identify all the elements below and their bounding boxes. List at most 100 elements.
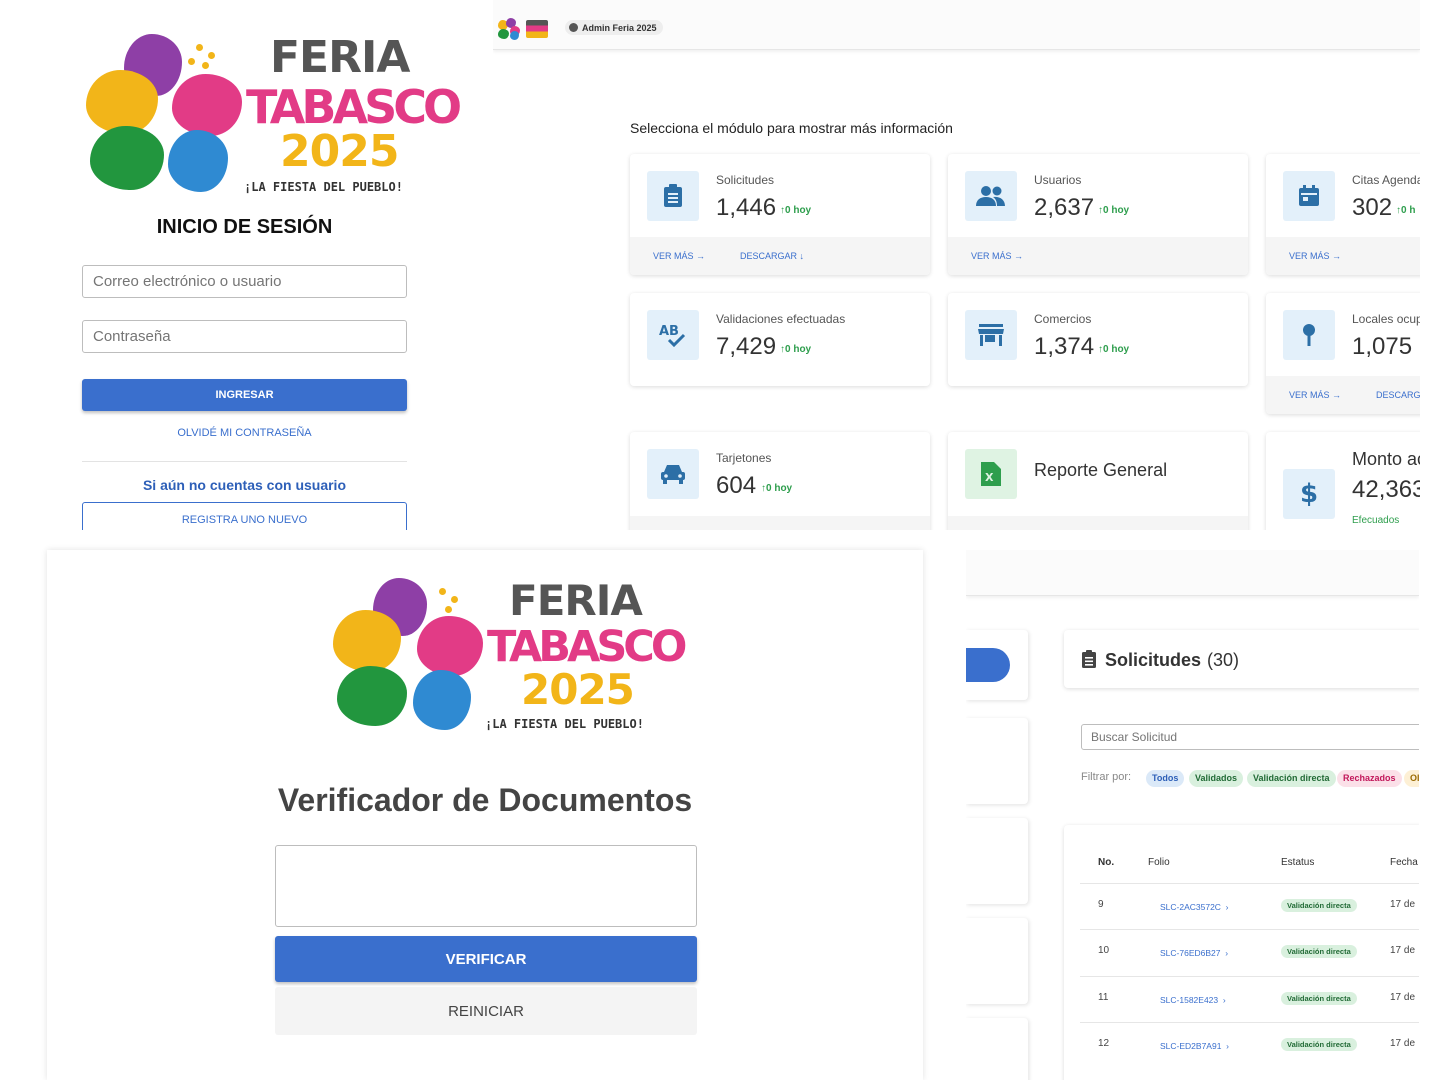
document-code-input[interactable] xyxy=(275,845,697,927)
ver-mas-link[interactable]: VER MÁS → xyxy=(971,251,1023,261)
store-icon xyxy=(965,310,1017,360)
card-value: 2,637 xyxy=(1034,194,1095,221)
row-no: 10 xyxy=(1098,945,1110,956)
dollar-icon: $ xyxy=(1283,469,1335,519)
sidebar-card[interactable] xyxy=(966,1018,1028,1080)
card-reporte-general[interactable]: X Reporte General xyxy=(948,432,1248,530)
logo-tagline: ¡LA FIESTA DEL PUEBLO! xyxy=(485,717,644,731)
card-value: 604 xyxy=(716,472,757,499)
folio-link[interactable]: SLC-2AC3572C › xyxy=(1160,902,1229,912)
solicitudes-header-card: Solicitudes (30) xyxy=(1064,630,1419,688)
status-badge: Validación directa xyxy=(1281,899,1357,912)
card-delta: ↑0 hoy xyxy=(1098,205,1130,216)
verificador-title: Verificador de Documentos xyxy=(277,782,693,818)
status-badge: Validación directa xyxy=(1281,1038,1357,1051)
card-label: Validaciones efectuadas xyxy=(716,312,846,326)
logo-blob-green xyxy=(90,126,164,190)
logo-blob-pink xyxy=(417,616,483,676)
ver-mas-link[interactable]: VER MÁS → xyxy=(1289,390,1341,400)
card-label: Monto ac xyxy=(1352,449,1420,469)
reset-button[interactable]: REINICIAR xyxy=(275,987,697,1035)
feria-tabasco-logo: FERIA TABASCO 2025 ¡LA FIESTA DEL PUEBLO… xyxy=(333,576,687,736)
filter-chip-todos[interactable]: Todos xyxy=(1146,770,1185,787)
folio-link[interactable]: SLC-1582E423 › xyxy=(1160,995,1226,1005)
descargar-link[interactable]: DESCARGA xyxy=(1376,390,1420,400)
column-header-fecha[interactable]: Fecha xyxy=(1390,857,1418,868)
folio-link[interactable]: SLC-ED2B7A91 › xyxy=(1160,1041,1229,1051)
column-header-no: No. xyxy=(1098,857,1115,868)
card-delta: ↑0 h xyxy=(1396,205,1416,216)
card-footer: VER MÁS → DESCARGA xyxy=(1266,376,1420,414)
card-locales[interactable]: Locales ocup 1,075 VER MÁS → DESCARGA xyxy=(1266,293,1420,414)
card-label: Locales ocup xyxy=(1352,312,1420,326)
card-footer xyxy=(630,516,930,530)
card-value: 7,429 xyxy=(716,333,777,360)
top-app-bar: Admin Feria 2025 xyxy=(493,0,1420,50)
logo-text-tabasco: TABASCO xyxy=(487,622,687,672)
card-label: Usuarios xyxy=(1034,173,1082,187)
admin-user-chip[interactable]: Admin Feria 2025 xyxy=(565,20,663,35)
filter-chip-validados[interactable]: Validados xyxy=(1189,770,1244,787)
solicitudes-panel: Solicitudes(30) Filtrar por: Todos Valid… xyxy=(966,550,1419,1080)
solicitudes-title: Solicitudes (30) xyxy=(1105,650,1240,670)
row-fecha: 17 de xyxy=(1390,1038,1416,1049)
row-fecha: 17 de xyxy=(1390,945,1416,956)
account-circle-icon xyxy=(569,23,578,32)
excel-icon: X xyxy=(965,449,1017,499)
filter-chip-rechazados[interactable]: Rechazados xyxy=(1337,770,1402,787)
column-header-folio[interactable]: Folio xyxy=(1148,857,1170,868)
forgot-password-link[interactable]: OLVIDÉ MI CONTRASEÑA xyxy=(82,427,407,439)
folio-link[interactable]: SLC-76ED6B27 › xyxy=(1160,948,1228,958)
sidebar-active-button[interactable] xyxy=(966,648,1010,682)
descargar-link[interactable]: DESCARGAR ↓ xyxy=(740,251,804,261)
admin-user-name: Admin Feria 2025 xyxy=(582,22,657,33)
password-input[interactable] xyxy=(82,320,407,353)
column-header-estatus[interactable]: Estatus xyxy=(1281,857,1314,868)
dashboard-panel: Admin Feria 2025 Selecciona el módulo pa… xyxy=(493,0,1420,530)
filter-chip-other[interactable]: Ol xyxy=(1404,770,1419,787)
ver-mas-link[interactable]: VER MÁS → xyxy=(653,251,705,261)
sidebar-card[interactable] xyxy=(966,818,1028,904)
no-account-text: Si aún no cuentas con usuario xyxy=(142,477,347,493)
card-monto[interactable]: $ Monto ac 42,363 Efecuados xyxy=(1266,432,1420,530)
row-fecha: 17 de xyxy=(1390,992,1416,1003)
user-input[interactable] xyxy=(82,265,407,298)
card-footer: VER MÁS → xyxy=(948,237,1248,275)
card-solicitudes[interactable]: Solicitudes 1,446 ↑0 hoy VER MÁS → DESCA… xyxy=(630,154,930,275)
row-no: 12 xyxy=(1098,1038,1110,1049)
card-citas[interactable]: Citas Agenda 302 ↑0 h VER MÁS → xyxy=(1266,154,1420,275)
login-button[interactable]: INGRESAR xyxy=(82,379,407,411)
filter-chip-validacion-directa[interactable]: Validación directa xyxy=(1247,770,1336,787)
card-delta: ↑0 hoy xyxy=(761,483,793,494)
calendar-icon xyxy=(1283,171,1335,221)
svg-text:AB: AB xyxy=(659,324,679,339)
verify-button[interactable]: VERIFICAR xyxy=(275,936,697,982)
sidebar-card[interactable] xyxy=(966,918,1028,1004)
login-title: INICIO DE SESIÓN xyxy=(156,216,333,238)
module-heading: Selecciona el módulo para mostrar más in… xyxy=(630,120,953,136)
logo-text-year: 2025 xyxy=(280,126,399,177)
card-comercios[interactable]: Comercios 1,374 ↑0 hoy xyxy=(948,293,1248,386)
car-icon xyxy=(647,449,699,499)
card-tarjetones[interactable]: Tarjetones 604 ↑0 hoy xyxy=(630,432,930,530)
card-footer xyxy=(948,516,1248,530)
card-value: 1,446 xyxy=(716,194,777,221)
ver-mas-link[interactable]: VER MÁS → xyxy=(1289,251,1341,261)
spellcheck-icon: AB xyxy=(647,310,699,360)
card-validaciones[interactable]: AB Validaciones efectuadas 7,429 ↑0 hoy xyxy=(630,293,930,386)
login-divider xyxy=(82,461,407,462)
logo-blob-yellow xyxy=(333,610,401,672)
card-usuarios[interactable]: Usuarios 2,637 ↑0 hoy VER MÁS → xyxy=(948,154,1248,275)
verificador-panel: FERIA TABASCO 2025 ¡LA FIESTA DEL PUEBLO… xyxy=(47,550,923,1080)
clipboard-icon xyxy=(1082,650,1096,673)
clipboard-icon xyxy=(647,171,699,221)
logo-blob-yellow xyxy=(86,70,158,134)
card-label: Citas Agenda xyxy=(1352,173,1420,187)
card-label: Reporte General xyxy=(1034,460,1168,480)
card-value: 1,374 xyxy=(1034,333,1095,360)
card-label: Tarjetones xyxy=(716,451,772,465)
register-button[interactable]: REGISTRA UNO NUEVO xyxy=(82,502,407,530)
sidebar-card[interactable] xyxy=(966,718,1028,804)
search-input[interactable] xyxy=(1081,724,1419,750)
feria-tabasco-logo: FERIA TABASCO 2025 ¡LA FIESTA DEL PUEBLO… xyxy=(84,30,462,200)
